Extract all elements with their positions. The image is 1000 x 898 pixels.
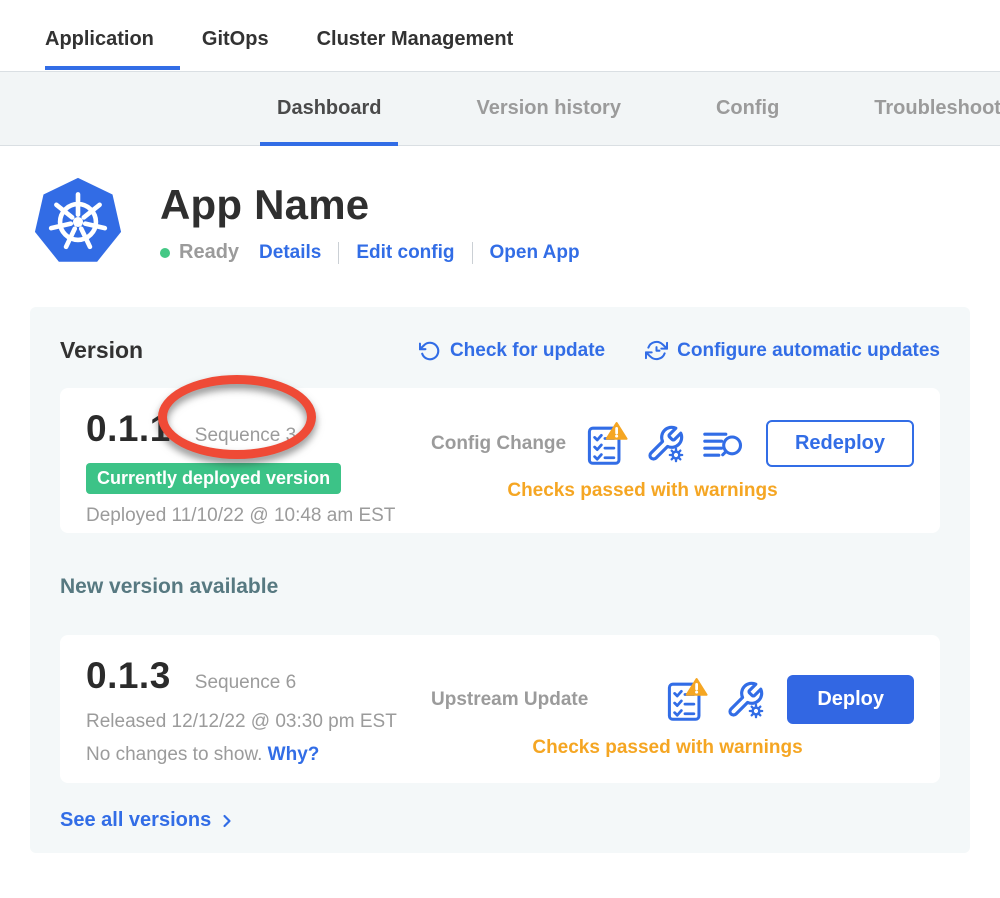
auto-update-schedule-icon bbox=[645, 339, 668, 362]
tab-gitops[interactable]: GitOps bbox=[202, 28, 269, 71]
subtab-troubleshoot[interactable]: Troubleshoot bbox=[874, 72, 1000, 145]
divider bbox=[338, 242, 339, 264]
preflight-checks-status: Checks passed with warnings bbox=[431, 737, 914, 759]
new-version-card: 0.1.3 Sequence 6 Released 12/12/22 @ 03:… bbox=[60, 635, 940, 783]
configure-automatic-updates-label: Configure automatic updates bbox=[677, 340, 940, 362]
check-for-update-label: Check for update bbox=[450, 340, 605, 362]
divider bbox=[472, 242, 473, 264]
new-version-heading: New version available bbox=[60, 575, 940, 599]
details-link[interactable]: Details bbox=[259, 242, 321, 264]
next-version-sequence: Sequence 6 bbox=[195, 672, 296, 694]
preflight-checks-warning-icon[interactable] bbox=[666, 678, 708, 722]
refresh-icon bbox=[419, 340, 441, 362]
status-badge: Ready bbox=[179, 241, 239, 264]
version-section-title: Version bbox=[60, 337, 143, 364]
tab-cluster-management[interactable]: Cluster Management bbox=[317, 28, 514, 71]
current-version-sequence: Sequence 3 bbox=[195, 425, 296, 447]
view-diff-icon[interactable] bbox=[702, 427, 744, 461]
see-all-versions-label: See all versions bbox=[60, 809, 211, 832]
next-version-number: 0.1.3 bbox=[86, 655, 171, 697]
page-title: App Name bbox=[160, 181, 580, 229]
primary-nav: Application GitOps Cluster Management bbox=[0, 0, 1000, 71]
tab-application[interactable]: Application bbox=[45, 28, 154, 71]
configure-automatic-updates-button[interactable]: Configure automatic updates bbox=[645, 339, 940, 362]
deploy-button[interactable]: Deploy bbox=[787, 675, 914, 724]
subtab-version-history[interactable]: Version history bbox=[476, 72, 621, 145]
preflight-checks-warning-icon[interactable] bbox=[586, 422, 628, 466]
edit-config-icon[interactable] bbox=[645, 424, 685, 464]
subtab-config[interactable]: Config bbox=[716, 72, 779, 145]
current-version-card: 0.1.1 Sequence 3 Currently deployed vers… bbox=[60, 388, 940, 533]
current-version-type: Config Change bbox=[431, 433, 566, 455]
subtab-dashboard[interactable]: Dashboard bbox=[277, 72, 381, 145]
no-changes-text: No changes to show. bbox=[86, 744, 262, 765]
deployed-timestamp: Deployed 11/10/22 @ 10:48 am EST bbox=[86, 505, 431, 527]
check-for-update-button[interactable]: Check for update bbox=[419, 340, 605, 362]
version-section: Version Check for update Configure autom… bbox=[30, 307, 970, 853]
app-header: App Name Ready Details Edit config Open … bbox=[32, 173, 1000, 271]
next-version-type: Upstream Update bbox=[431, 689, 588, 711]
why-link[interactable]: Why? bbox=[268, 744, 320, 765]
currently-deployed-badge: Currently deployed version bbox=[86, 463, 341, 494]
edit-config-icon[interactable] bbox=[725, 680, 765, 720]
see-all-versions-link[interactable]: See all versions bbox=[60, 809, 940, 832]
status-dot-icon bbox=[160, 248, 170, 258]
open-app-link[interactable]: Open App bbox=[490, 242, 580, 264]
released-timestamp: Released 12/12/22 @ 03:30 pm EST bbox=[86, 711, 431, 733]
edit-config-link[interactable]: Edit config bbox=[356, 242, 454, 264]
current-version-number: 0.1.1 bbox=[86, 408, 171, 450]
kubernetes-logo-icon bbox=[32, 173, 124, 271]
secondary-nav: Dashboard Version history Config Trouble… bbox=[0, 71, 1000, 146]
redeploy-button[interactable]: Redeploy bbox=[766, 420, 914, 467]
chevron-right-icon bbox=[217, 811, 237, 831]
preflight-checks-status: Checks passed with warnings bbox=[431, 480, 914, 502]
